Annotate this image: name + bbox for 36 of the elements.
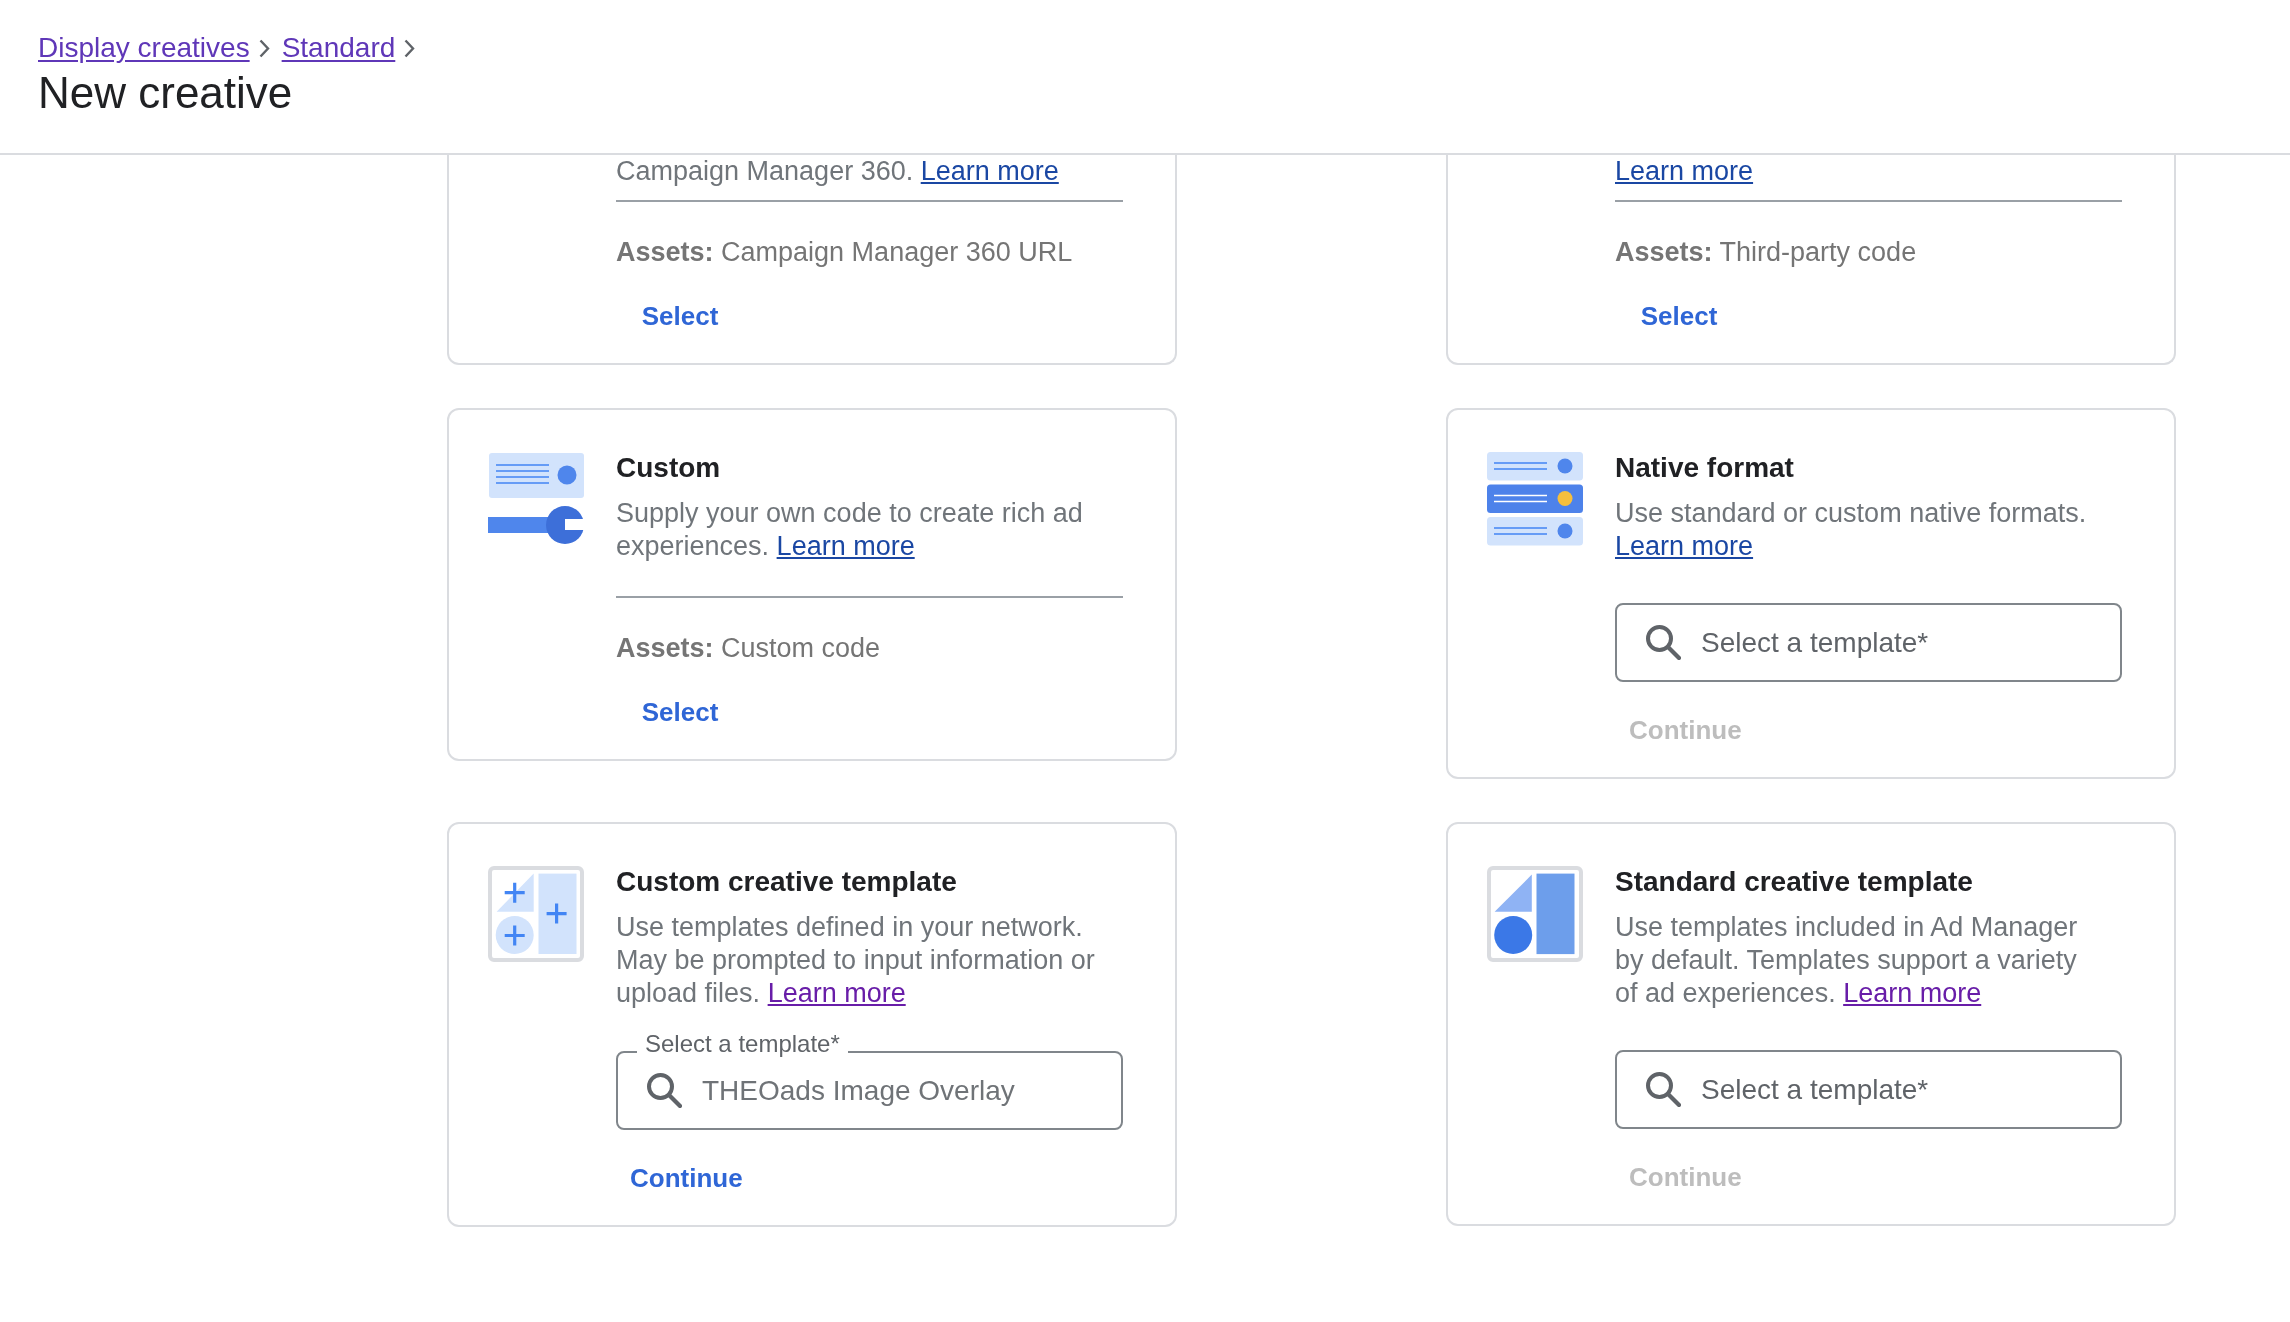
breadcrumb-link[interactable]: Standard xyxy=(281,31,396,65)
shapes-icon xyxy=(1487,866,1583,962)
list-rows-icon xyxy=(1487,452,1583,546)
search-icon xyxy=(647,1073,682,1108)
breadcrumb-link[interactable]: Display creatives xyxy=(38,31,250,65)
card-title: Standard creative template xyxy=(1615,866,1973,898)
chevron-right-icon xyxy=(258,38,270,58)
select-button[interactable]: Select xyxy=(616,685,744,739)
learn-more-link[interactable]: Learn more xyxy=(920,156,1059,186)
card-description: Campaign Manager 360. Learn more xyxy=(616,155,1059,188)
learn-more-link[interactable]: Learn more xyxy=(776,531,915,561)
card-description: Use standard or custom native formats. Learn more xyxy=(1615,497,2088,563)
template-field[interactable]: Select a template* xyxy=(1615,603,2122,682)
search-icon xyxy=(1646,1072,1681,1107)
plus-shapes-icon xyxy=(488,866,584,962)
card-description: Use templates defined in your network. May be prompted to input information or upload files. Learn more xyxy=(616,911,1096,1010)
assets-text: Assets: Custom code xyxy=(616,632,881,665)
search-icon xyxy=(1646,625,1681,660)
page-title: New creative xyxy=(38,67,293,119)
card-title: Custom xyxy=(616,452,721,484)
card-title: Native format xyxy=(1615,452,1794,484)
assets-text: Assets: Campaign Manager 360 URL xyxy=(616,236,1073,269)
continue-button[interactable]: Continue xyxy=(616,1151,757,1205)
learn-more-link[interactable]: Learn more xyxy=(767,978,906,1008)
learn-more-link[interactable]: Learn more xyxy=(1615,156,1754,186)
select-button[interactable]: Select xyxy=(1615,289,1743,343)
card-description: Supply your own code to create rich ad experiences. Learn more xyxy=(616,497,1084,563)
wrench-card-icon xyxy=(488,452,584,544)
learn-more-link[interactable]: Learn more xyxy=(1843,978,1982,1008)
card-description: Use templates included in Ad Manager by default. Templates support a variety of ad experiences. Learn more xyxy=(1615,911,2079,1010)
template-field[interactable]: Select a template* xyxy=(1615,1050,2122,1129)
chevron-right-icon xyxy=(404,38,416,58)
select-button[interactable]: Select xyxy=(616,289,744,343)
card-title: Custom creative template xyxy=(616,866,957,898)
learn-more-link[interactable]: Learn more xyxy=(1615,531,1754,561)
assets-text: Assets: Third-party code xyxy=(1615,236,1917,269)
